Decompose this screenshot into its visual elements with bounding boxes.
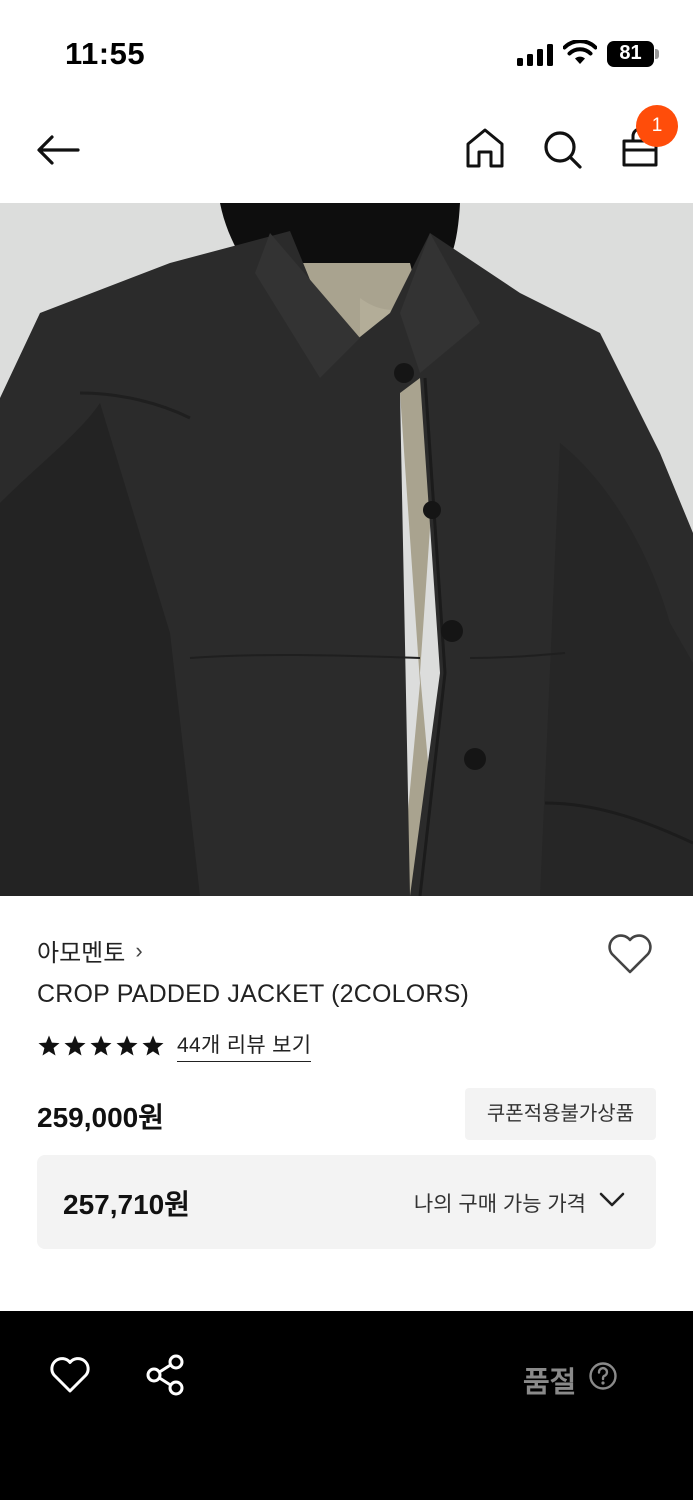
chevron-down-icon — [599, 1192, 625, 1207]
product-title: CROP PADDED JACKET (2COLORS) — [37, 980, 470, 1008]
my-price-dropdown[interactable]: 257,710원 나의 구매 가능 가격 — [37, 1155, 656, 1249]
soldout-label: 품절 — [523, 1367, 577, 1399]
my-price-value: 257,710원 — [63, 1189, 190, 1220]
bottom-action-bar: 품절 — [0, 1311, 693, 1500]
star-icon — [90, 1035, 112, 1055]
coupon-unavailable-badge: 쿠폰적용불가상품 — [465, 1088, 656, 1140]
search-icon — [544, 131, 582, 169]
my-price-label: 나의 구매 가능 가격 — [413, 1193, 586, 1216]
back-button[interactable] — [30, 122, 86, 178]
heart-icon[interactable] — [49, 1355, 91, 1395]
brand-link[interactable]: 아모멘토 › — [37, 933, 143, 968]
rating-stars — [37, 1034, 165, 1058]
brand-name: 아모멘토 — [37, 940, 126, 967]
star-icon — [64, 1035, 86, 1055]
wifi-icon — [563, 40, 597, 64]
star-icon — [38, 1035, 60, 1055]
heart-icon[interactable] — [606, 932, 654, 976]
battery-indicator: 81 — [607, 41, 659, 67]
search-button[interactable] — [535, 120, 589, 176]
question-circle-icon[interactable] — [588, 1361, 618, 1391]
product-image[interactable] — [0, 203, 693, 896]
status-time: 11:55 — [65, 36, 146, 71]
signal-icon — [517, 44, 553, 66]
cart-count-badge: 1 — [636, 105, 678, 147]
battery-level: 81 — [619, 42, 642, 64]
chevron-right-icon: › — [135, 937, 143, 963]
jacket-photo — [0, 203, 693, 896]
arrow-left-icon — [37, 135, 80, 165]
top-nav-bar: 1 — [0, 100, 693, 203]
share-icon[interactable] — [144, 1353, 186, 1397]
home-icon — [466, 128, 504, 168]
product-price: 259,000원 — [37, 1102, 164, 1133]
product-info: 아모멘토 › CROP PADDED JACKET (2COLORS) 44개 … — [0, 896, 693, 1311]
star-icon — [116, 1035, 138, 1055]
star-icon — [142, 1035, 164, 1055]
review-link[interactable]: 44개 리뷰 보기 — [177, 1029, 312, 1062]
status-bar: 11:55 81 — [0, 0, 693, 100]
home-button[interactable] — [458, 120, 512, 176]
rating-row: 44개 리뷰 보기 — [37, 1029, 312, 1062]
